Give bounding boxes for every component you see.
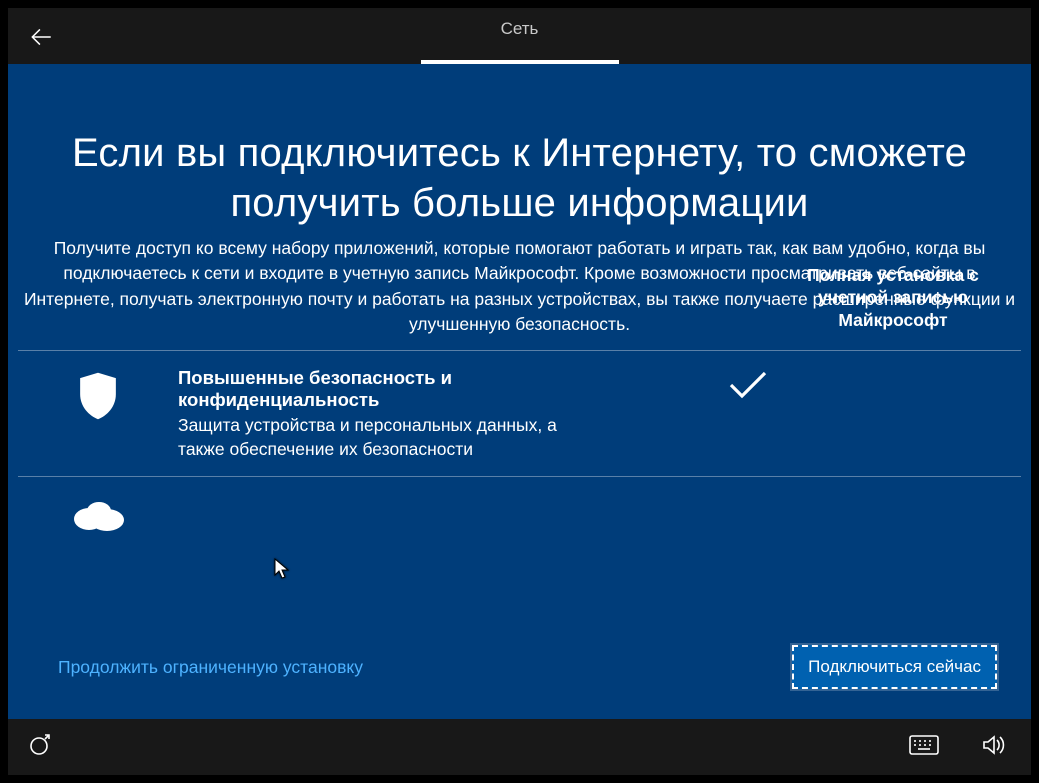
feature-title: Повышенные безопасность и конфиденциальн…	[178, 367, 598, 411]
features-table: Повышенные безопасность и конфиденциальн…	[18, 350, 1021, 573]
keyboard-icon[interactable]	[909, 735, 939, 760]
tab-network[interactable]: Сеть	[501, 19, 539, 53]
volume-icon[interactable]	[981, 734, 1005, 761]
column-header-full-install: Полная установка с учетной записью Майкр…	[773, 264, 1013, 332]
back-button[interactable]	[26, 22, 56, 52]
taskbar	[8, 719, 1031, 775]
topbar: Сеть	[8, 8, 1031, 64]
feature-body: Защита устройства и персональных данных,…	[178, 413, 598, 462]
table-row: Повышенные безопасность и конфиденциальн…	[18, 351, 1021, 477]
connect-now-button[interactable]: Подключиться сейчас	[792, 645, 997, 689]
onedrive-icon	[18, 493, 178, 533]
table-row	[18, 477, 1021, 573]
shield-icon	[18, 367, 178, 421]
checkmark-icon	[618, 367, 878, 403]
continue-limited-link[interactable]: Продолжить ограниченную установку	[58, 657, 363, 678]
ease-of-access-icon[interactable]	[28, 733, 52, 762]
page-title: Если вы подключитесь к Интернету, то смо…	[18, 128, 1021, 228]
tab-underline	[421, 60, 619, 64]
